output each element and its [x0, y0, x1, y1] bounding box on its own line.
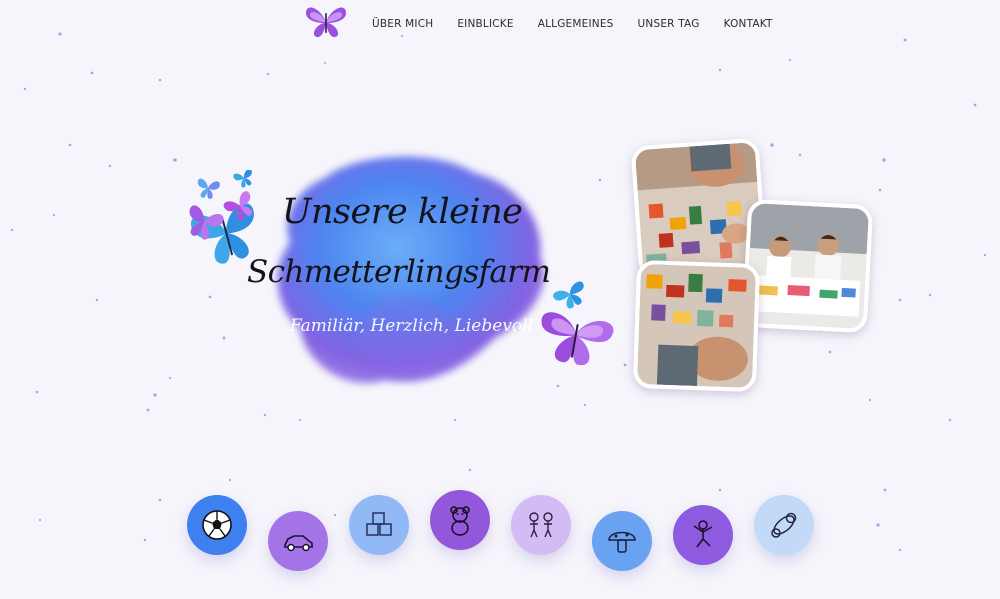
hero-section: Unsere kleine Schmetterlingsfarm Familiä…	[170, 140, 630, 420]
circle-toy-blocks[interactable]	[349, 495, 409, 555]
circle-children-drawing[interactable]	[511, 495, 571, 555]
hero-title-line1: Unsere kleine	[282, 192, 523, 232]
toy-blocks-icon	[366, 512, 392, 536]
circle-mushroom[interactable]	[592, 511, 652, 571]
building-blocks-photo	[632, 259, 761, 393]
nav-link-einblicke[interactable]: EINBLICKE	[457, 18, 513, 30]
circle-jumping-child[interactable]	[673, 505, 733, 565]
pacifier-icon	[771, 512, 797, 538]
circle-teddy-bear[interactable]	[430, 490, 490, 550]
children-drawing-icon	[529, 512, 553, 538]
toy-car-icon	[284, 535, 313, 552]
mushroom-icon	[608, 531, 636, 553]
nav-link-unser-tag[interactable]: UNSER TAG	[638, 18, 700, 30]
nav-links: ÜBER MICH EINBLICKE ALLGEMEINES UNSER TA…	[372, 18, 797, 30]
butterfly-cluster-left-icon	[189, 170, 254, 264]
soccer-ball-icon	[202, 510, 232, 540]
nav-link-allgemeines[interactable]: ALLGEMEINES	[538, 18, 614, 30]
butterfly-cluster-right-icon	[541, 281, 614, 365]
top-navigation: ÜBER MICH EINBLICKE ALLGEMEINES UNSER TA…	[0, 0, 1000, 46]
nav-link-kontakt[interactable]: KONTAKT	[724, 18, 773, 30]
two-boys-at-table-photo	[741, 198, 874, 334]
hero-title-line2: Schmetterlingsfarm	[247, 254, 551, 290]
nav-link-ueber-mich[interactable]: ÜBER MICH	[372, 18, 433, 30]
teddy-bear-icon	[450, 506, 470, 536]
circle-soccer-ball[interactable]	[187, 495, 247, 555]
circle-pacifier[interactable]	[754, 495, 814, 555]
circle-toy-car[interactable]	[268, 511, 328, 571]
hero-tagline: Familiär, Herzlich, Liebevoll	[290, 316, 533, 336]
jumping-child-icon	[693, 520, 713, 548]
butterfly-logo-icon[interactable]	[304, 5, 348, 39]
